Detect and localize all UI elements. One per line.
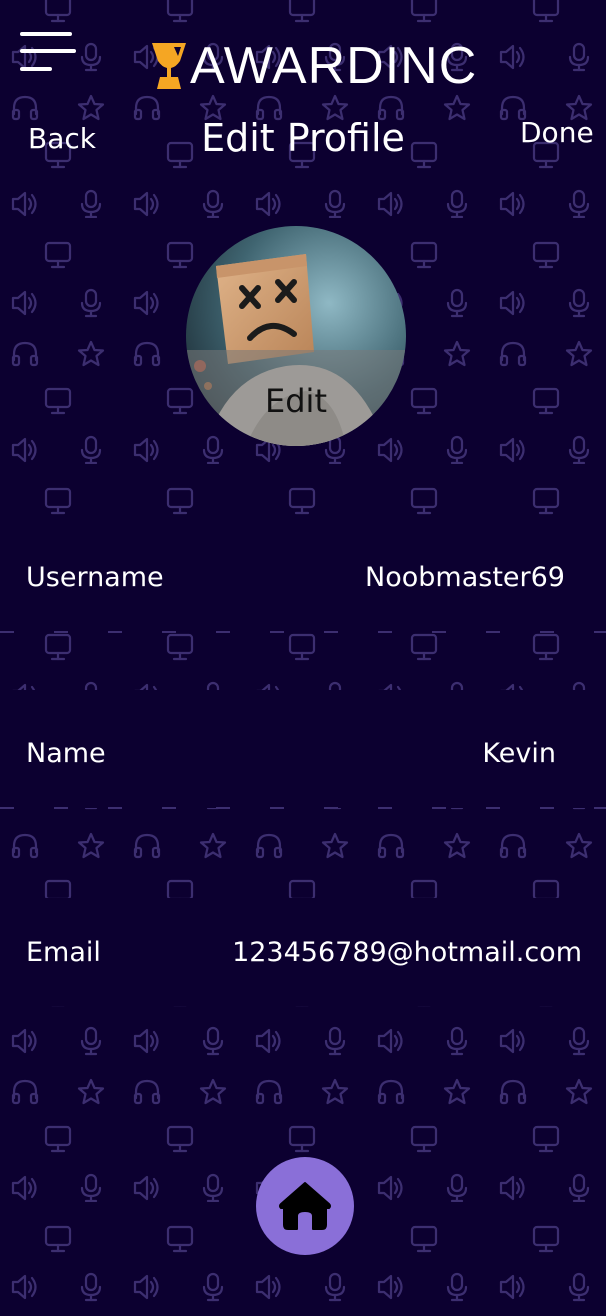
hamburger-menu-icon[interactable] — [20, 30, 76, 76]
done-button[interactable]: Done — [520, 116, 594, 149]
home-button[interactable] — [256, 1157, 354, 1255]
name-field[interactable]: Kevin — [482, 738, 556, 769]
logo-text: AWARDINC — [190, 37, 478, 95]
home-icon — [279, 1182, 331, 1230]
email-field[interactable]: 123456789@hotmail.com — [232, 937, 582, 968]
app-logo: AWARDINC — [150, 38, 477, 94]
trophy-icon — [152, 43, 186, 89]
name-label: Name — [26, 738, 106, 769]
profile-avatar[interactable]: Edit — [186, 226, 406, 446]
page-title: Edit Profile — [201, 116, 405, 160]
name-divider — [0, 807, 606, 809]
avatar-edit-label[interactable]: Edit — [186, 382, 406, 420]
username-field[interactable]: Noobmaster69 — [365, 562, 565, 593]
background-pattern — [0, 0, 606, 1316]
username-label: Username — [26, 562, 164, 593]
email-label: Email — [26, 937, 101, 968]
username-divider — [0, 631, 606, 633]
